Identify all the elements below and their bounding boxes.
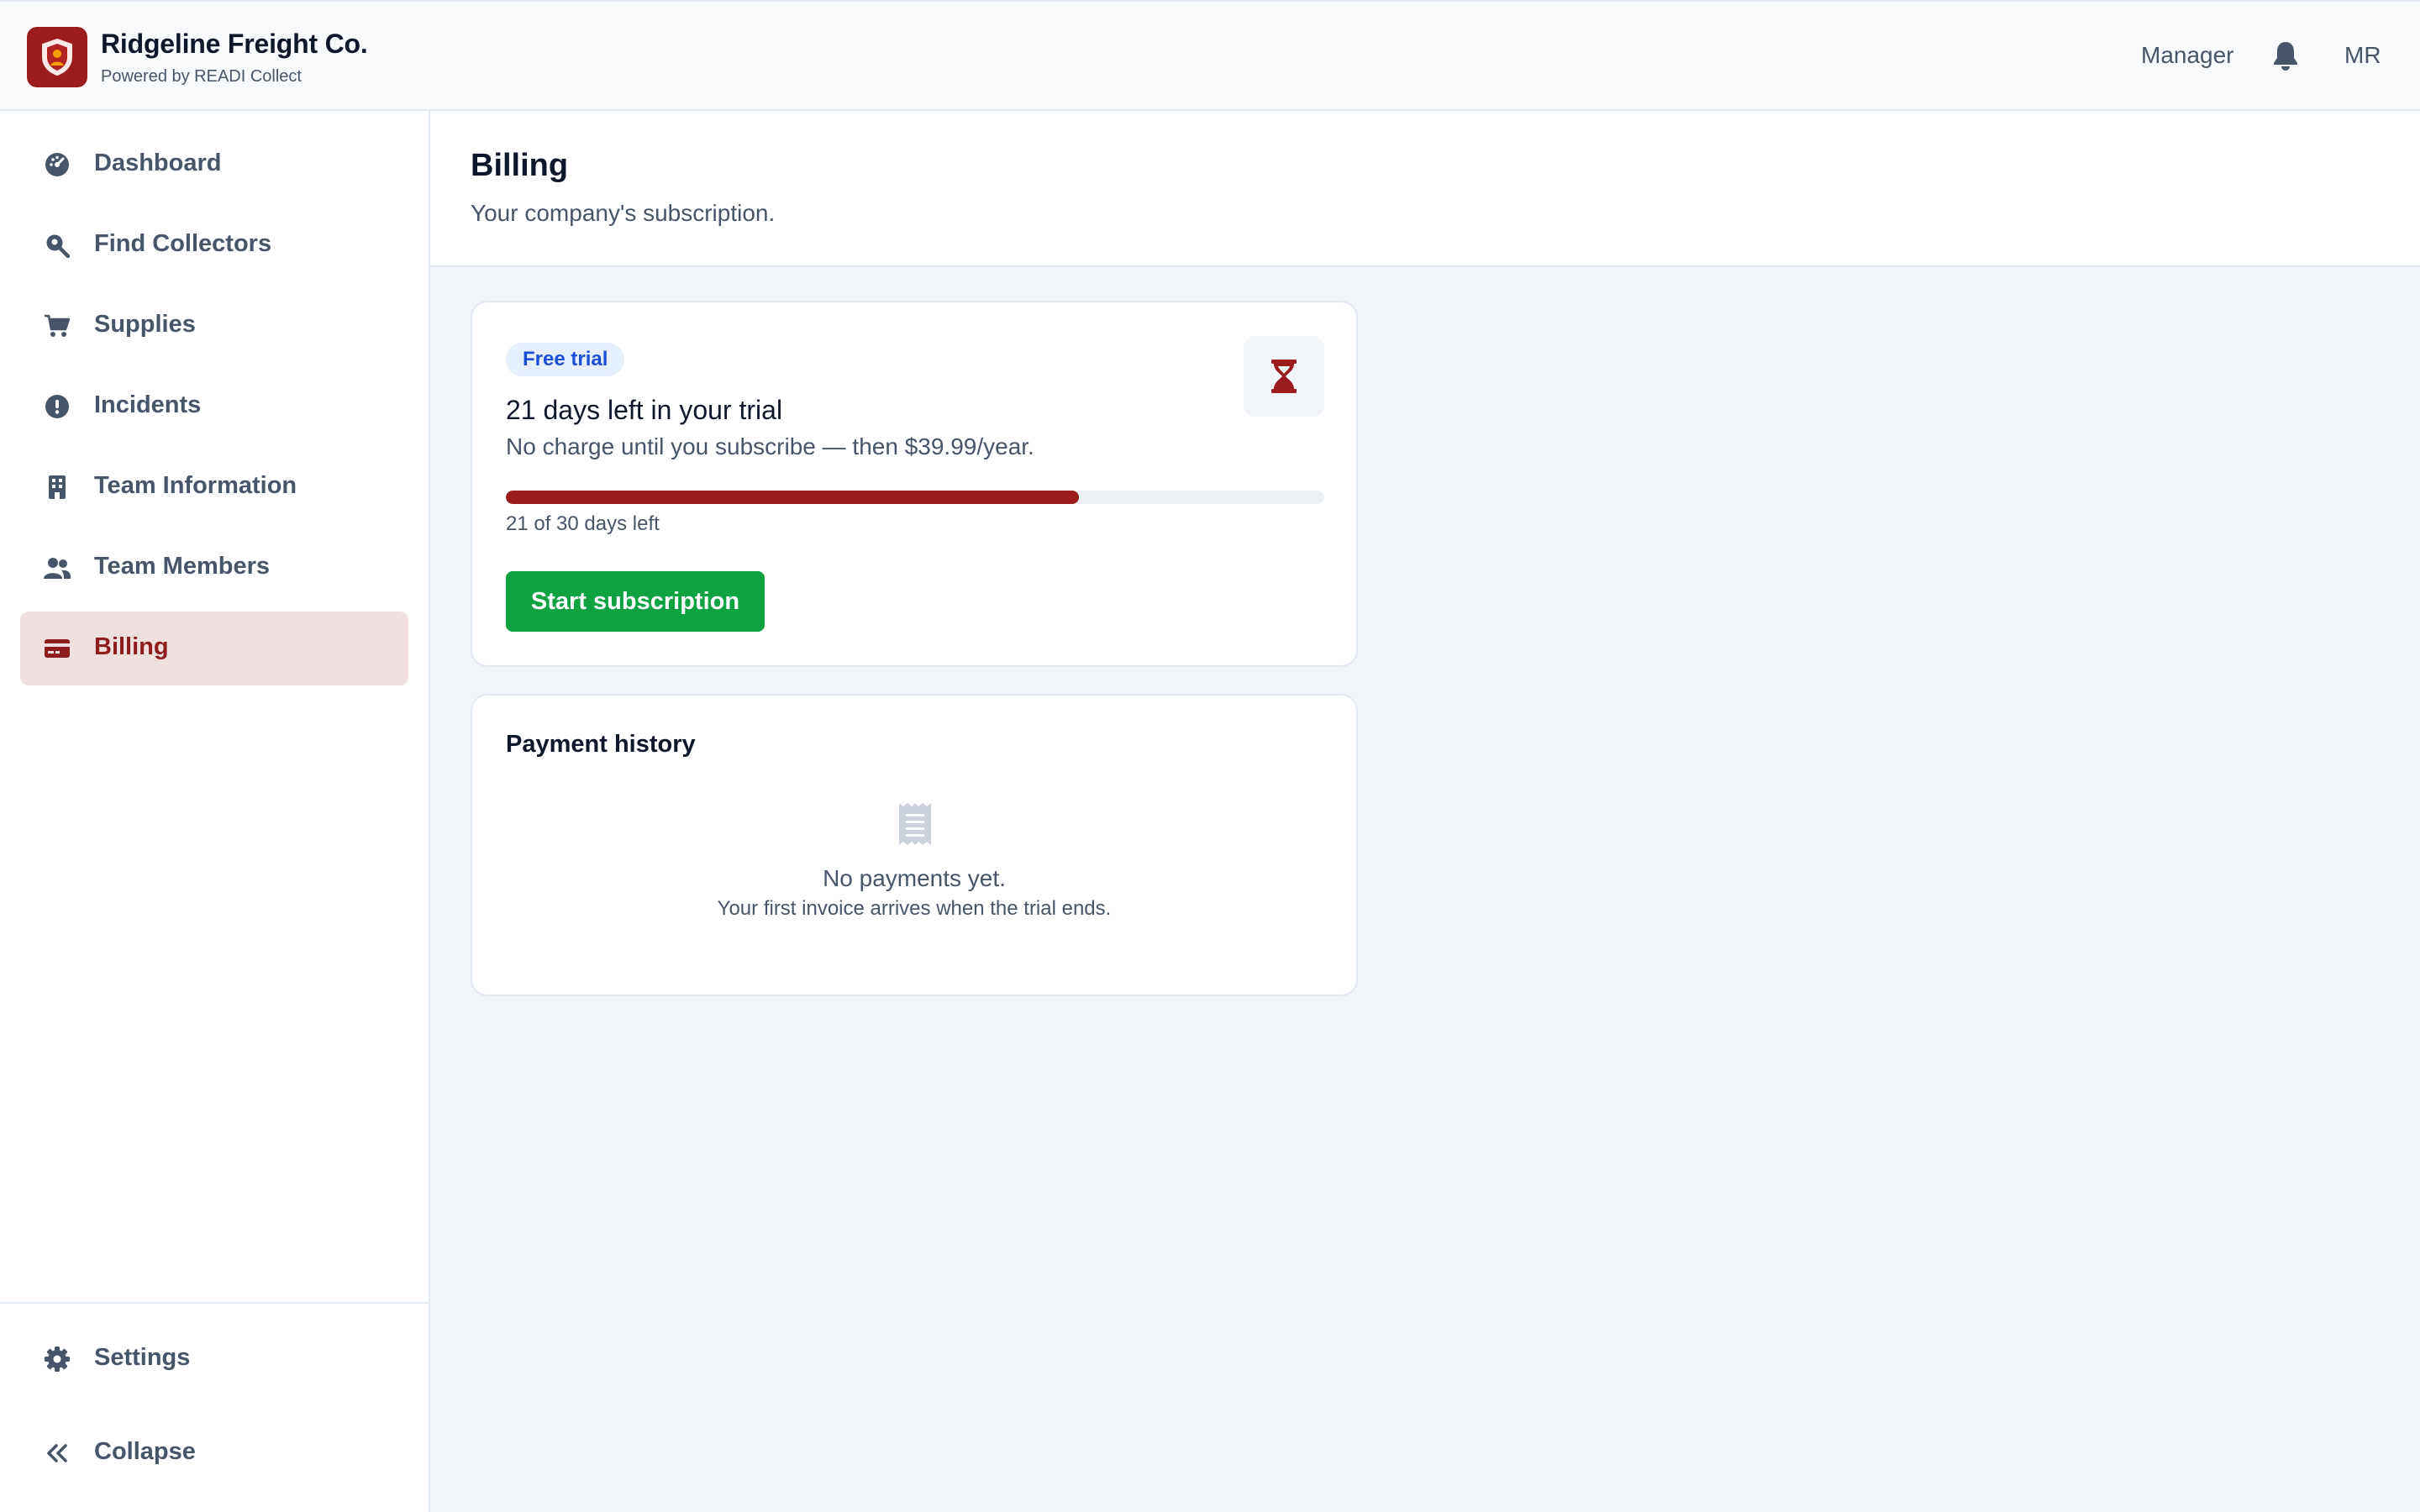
trial-description: No charge until you subscribe — then $39… [506, 433, 1034, 459]
shield-logo-icon [42, 38, 72, 76]
sidebar-item-label: Team Members [94, 553, 270, 580]
sidebar-item-supplies[interactable]: Supplies [20, 289, 408, 363]
page-title: Billing [471, 148, 569, 183]
bell-icon[interactable] [2270, 40, 2301, 72]
sidebar-item-dashboard[interactable]: Dashboard [20, 128, 408, 202]
search-location-icon [42, 230, 72, 260]
payment-history-title: Payment history [506, 731, 696, 758]
dashboard-gauge-icon [42, 150, 72, 180]
hourglass-icon [1271, 360, 1297, 393]
sidebar-divider [0, 1302, 429, 1304]
receipt-icon [899, 803, 931, 845]
empty-state-subtitle: Your first invoice arrives when the tria… [717, 897, 1112, 920]
double-chevron-left-icon [42, 1438, 72, 1468]
sidebar-item-label: Dashboard [94, 150, 222, 176]
users-icon [42, 553, 72, 583]
trial-card: Free trial 21 days left in your trial No… [471, 301, 1358, 667]
brand-title: Ridgeline Freight Co. [101, 29, 368, 59]
cart-icon [42, 311, 72, 341]
credit-card-icon [42, 633, 72, 664]
user-role: Manager [2141, 42, 2234, 68]
empty-state-title: No payments yet. [823, 865, 1006, 891]
sidebar-item-team-information[interactable]: Team Information [20, 450, 408, 524]
alert-circle-icon [42, 391, 72, 422]
avatar[interactable]: MR [2344, 42, 2381, 69]
building-icon [42, 472, 72, 502]
payment-history-card: Payment history No payments yet. Your fi… [471, 694, 1358, 996]
sidebar: Dashboard Find Collectors Supplies Incid… [0, 111, 430, 1512]
trial-progress-label: 21 of 30 days left [506, 512, 660, 535]
start-subscription-button[interactable]: Start subscription [506, 571, 765, 632]
sidebar-item-label: Find Collectors [94, 230, 272, 257]
page-subtitle: Your company's subscription. [471, 200, 776, 226]
brand-subtitle: Powered by READI Collect [101, 67, 302, 86]
page-header: Billing Your company's subscription. [430, 111, 2420, 267]
trial-progress-fill [506, 491, 1079, 504]
sidebar-item-label: Team Information [94, 472, 297, 499]
gear-icon [42, 1344, 72, 1374]
trial-title: 21 days left in your trial [506, 395, 783, 425]
hourglass-badge [1244, 336, 1324, 417]
sidebar-item-incidents[interactable]: Incidents [20, 370, 408, 444]
sidebar-item-label: Collapse [94, 1438, 196, 1465]
brand-logo[interactable] [27, 27, 87, 87]
sidebar-item-label: Billing [94, 633, 169, 660]
sidebar-item-label: Settings [94, 1344, 191, 1371]
sidebar-item-find-collectors[interactable]: Find Collectors [20, 208, 408, 282]
sidebar-item-label: Supplies [94, 311, 196, 338]
sidebar-item-team-members[interactable]: Team Members [20, 531, 408, 605]
top-bar: Ridgeline Freight Co. Powered by READI C… [0, 0, 2420, 111]
sidebar-item-settings[interactable]: Settings [20, 1322, 408, 1396]
sidebar-item-collapse[interactable]: Collapse [20, 1416, 408, 1490]
sidebar-item-label: Incidents [94, 391, 202, 418]
trial-progress-bar [506, 491, 1324, 504]
sidebar-item-billing[interactable]: Billing [20, 612, 408, 685]
trial-badge: Free trial [506, 343, 625, 376]
